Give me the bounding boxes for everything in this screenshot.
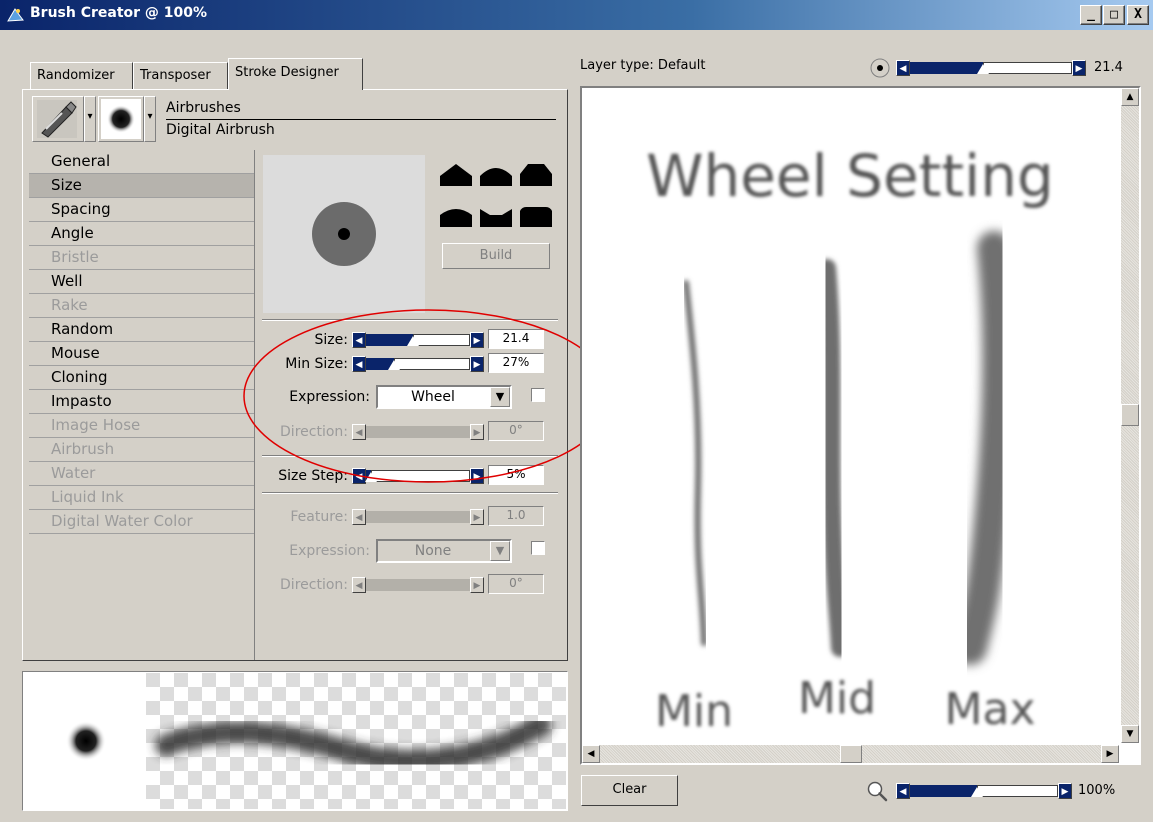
stroke-category-list[interactable]: General Size Spacing Angle Bristle Well Rake Ra… xyxy=(29,150,255,660)
window-title: Brush Creator @ 100% xyxy=(30,5,208,21)
feature-direction-slider[interactable]: ◀ ▶ xyxy=(352,577,484,593)
feature-expression-value: None xyxy=(414,543,452,559)
category-item-digital-water-color[interactable]: Digital Water Color xyxy=(29,510,254,534)
slider-track[interactable] xyxy=(366,579,470,591)
minimize-button[interactable]: _ xyxy=(1080,5,1102,25)
build-button[interactable]: Build xyxy=(442,243,550,269)
profile-medium-icon[interactable] xyxy=(478,158,514,188)
stroke-max xyxy=(953,231,1017,665)
tab-stroke-designer[interactable]: Stroke Designer xyxy=(228,58,363,90)
slider-track-remaining xyxy=(976,785,1058,797)
profile-pointed-icon[interactable] xyxy=(438,158,474,188)
feature-direction-label: Direction: xyxy=(280,577,348,593)
brush-variant-selector[interactable] xyxy=(98,96,144,142)
slider-decrease-icon[interactable]: ◀ xyxy=(352,509,366,525)
category-item-bristle[interactable]: Bristle xyxy=(29,246,254,270)
category-item-spacing[interactable]: Spacing xyxy=(29,198,254,222)
horizontal-scroll-thumb[interactable] xyxy=(840,745,862,763)
feature-expression-dropdown-arrow-icon[interactable]: ▼ xyxy=(490,541,510,561)
feature-expression-label: Expression: xyxy=(289,543,370,559)
zoom-value: 100% xyxy=(1078,783,1116,798)
slider-track-remaining xyxy=(982,62,1072,74)
close-button[interactable]: X xyxy=(1127,5,1149,25)
brush-variant-name: Digital Airbrush xyxy=(166,122,275,138)
scroll-up-arrow-icon[interactable]: ▲ xyxy=(1121,88,1139,106)
category-item-image-hose[interactable]: Image Hose xyxy=(29,414,254,438)
category-item-well[interactable]: Well xyxy=(29,270,254,294)
slider-increase-icon[interactable]: ▶ xyxy=(1058,783,1072,799)
horizontal-scrollbar[interactable]: ◀ ▶ xyxy=(582,745,1119,763)
profile-dull-icon[interactable] xyxy=(438,199,474,229)
zoom-slider[interactable]: ◀ ▶ xyxy=(896,783,1072,799)
slider-increase-icon[interactable]: ▶ xyxy=(1072,60,1086,76)
feature-expression-dropdown[interactable]: None ▼ xyxy=(376,539,512,563)
stroke-min xyxy=(683,280,707,646)
slider-thumb[interactable] xyxy=(976,64,989,74)
canvas-drawing: Wheel Setting Min Mid Max xyxy=(646,142,1054,737)
airbrush-dab-icon xyxy=(101,99,141,139)
brush-category-dropdown-arrow[interactable]: ▾ xyxy=(84,96,96,142)
slider-decrease-icon[interactable]: ◀ xyxy=(896,60,910,76)
clear-button[interactable]: Clear xyxy=(581,775,678,806)
slider-decrease-icon[interactable]: ◀ xyxy=(352,577,366,593)
scroll-right-arrow-icon[interactable]: ▶ xyxy=(1101,745,1119,763)
category-item-impasto[interactable]: Impasto xyxy=(29,390,254,414)
vertical-scroll-thumb[interactable] xyxy=(1121,404,1139,426)
profile-1pixel-icon[interactable] xyxy=(518,199,554,229)
category-item-mouse[interactable]: Mouse xyxy=(29,342,254,366)
slider-track[interactable] xyxy=(366,511,470,523)
feature-label: Feature: xyxy=(290,509,348,525)
brush-variant-dropdown-arrow[interactable]: ▾ xyxy=(144,96,156,142)
canvas-text-max: Max xyxy=(945,684,1036,735)
feature-expression-invert-checkbox[interactable] xyxy=(531,541,545,555)
slider-decrease-icon[interactable]: ◀ xyxy=(896,783,910,799)
canvas-brush-size-value: 21.4 xyxy=(1094,60,1123,75)
maximize-button[interactable]: □ xyxy=(1103,5,1125,25)
profile-linear-icon[interactable] xyxy=(518,158,554,188)
category-item-angle[interactable]: Angle xyxy=(29,222,254,246)
brush-size-dot-icon xyxy=(870,58,890,78)
slider-increase-icon[interactable]: ▶ xyxy=(470,577,484,593)
feature-slider[interactable]: ◀ ▶ xyxy=(352,509,484,525)
brush-creator-app-icon xyxy=(7,8,24,22)
slider-track[interactable] xyxy=(910,785,1058,797)
dab-preview-graphic xyxy=(312,202,376,266)
feature-direction-value-field[interactable]: 0° xyxy=(488,574,544,594)
zoom-magnifier-icon xyxy=(867,781,888,802)
category-item-random[interactable]: Random xyxy=(29,318,254,342)
category-item-general[interactable]: General xyxy=(29,150,254,174)
profile-watercolor-icon[interactable] xyxy=(478,199,514,229)
tab-transposer[interactable]: Transposer xyxy=(133,62,228,89)
airbrush-category-icon xyxy=(37,100,77,138)
annotation-ellipse xyxy=(243,309,613,483)
dab-preview-small xyxy=(66,721,106,761)
category-item-liquid-ink[interactable]: Liquid Ink xyxy=(29,486,254,510)
dab-preview xyxy=(263,155,425,313)
brush-name-divider xyxy=(166,119,556,120)
stroke-mid xyxy=(818,259,849,657)
slider-increase-icon[interactable]: ▶ xyxy=(470,509,484,525)
scroll-left-arrow-icon[interactable]: ◀ xyxy=(582,745,600,763)
category-item-water[interactable]: Water xyxy=(29,462,254,486)
category-item-cloning[interactable]: Cloning xyxy=(29,366,254,390)
canvas-brush-size-slider[interactable]: ◀ ▶ xyxy=(896,60,1086,76)
canvas-text-min: Min xyxy=(655,686,733,737)
canvas-text-wheel-setting: Wheel Setting xyxy=(646,142,1054,210)
category-item-rake[interactable]: Rake xyxy=(29,294,254,318)
category-item-size[interactable]: Size xyxy=(29,174,254,198)
slider-track[interactable] xyxy=(910,62,1072,74)
feature-value-field[interactable]: 1.0 xyxy=(488,506,544,526)
separator-bottom xyxy=(262,492,558,494)
tab-randomizer[interactable]: Randomizer xyxy=(30,62,133,89)
vertical-scrollbar[interactable]: ▲ ▼ xyxy=(1121,88,1139,743)
brush-category-name: Airbrushes xyxy=(166,100,241,116)
drawing-canvas[interactable]: Wheel Setting Min Mid Max ▲ ▼ ◀ ▶ xyxy=(580,86,1141,765)
layer-type-label: Layer type: Default xyxy=(580,58,706,73)
category-item-airbrush[interactable]: Airbrush xyxy=(29,438,254,462)
slider-thumb[interactable] xyxy=(970,787,983,797)
brush-category-selector[interactable] xyxy=(32,96,84,142)
scroll-down-arrow-icon[interactable]: ▼ xyxy=(1121,725,1139,743)
canvas-text-mid: Mid xyxy=(798,673,876,724)
stroke-preview-graphic xyxy=(146,673,566,809)
